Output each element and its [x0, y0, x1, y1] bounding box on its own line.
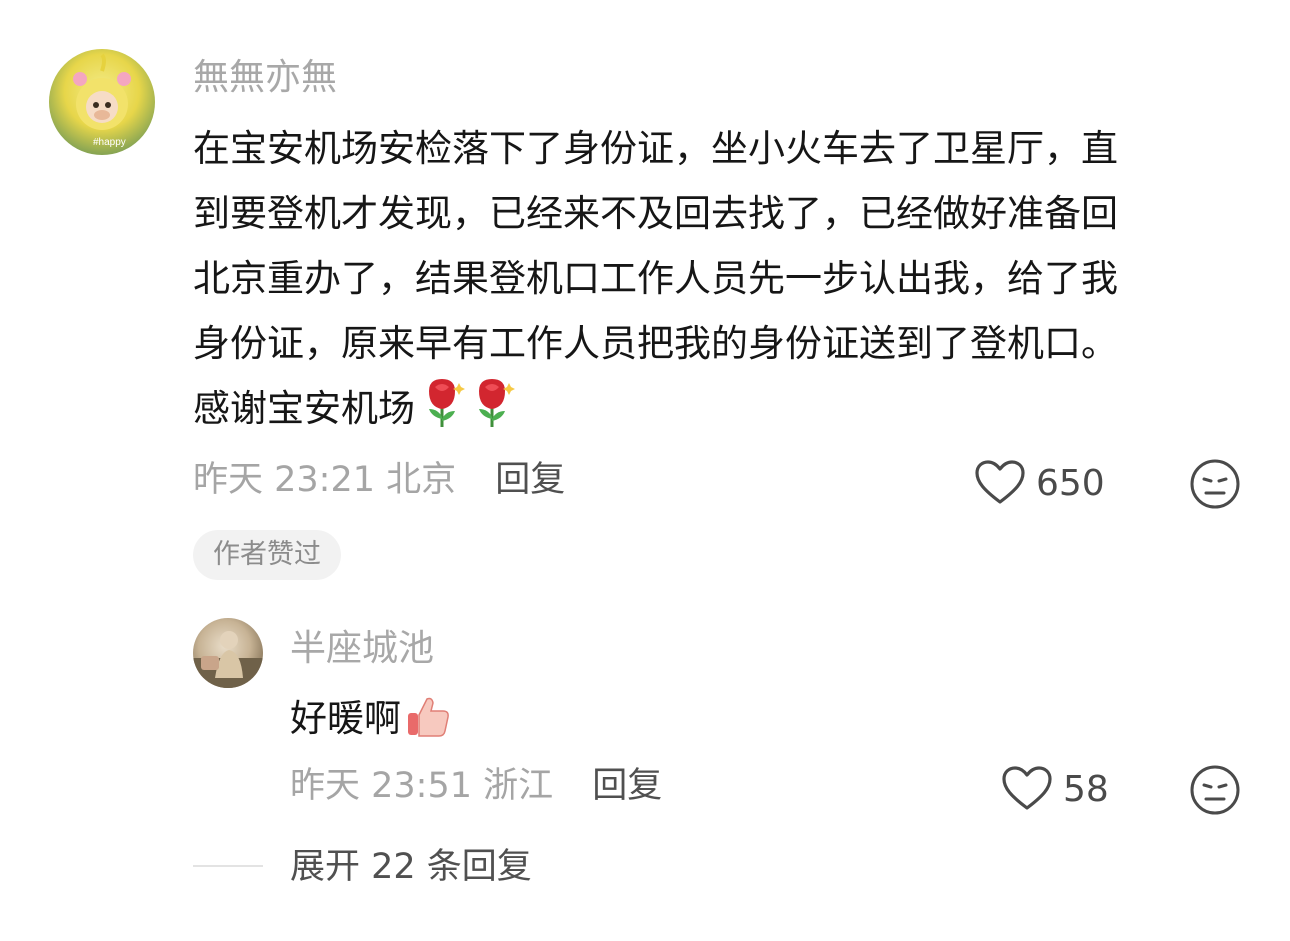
reply-reply-button[interactable]: 回复: [592, 766, 662, 806]
thumbs-up-icon: [405, 694, 451, 759]
comment-text-line: 在宝安机场安检落下了身份证，坐小火车去了卫星厅，直: [193, 127, 1118, 170]
comment-time: 昨天 23:21: [193, 460, 375, 500]
teletubby-avatar-icon: #happy: [73, 53, 131, 148]
reply-button[interactable]: 回复: [495, 460, 565, 500]
comment-text-line-last: 感谢宝安机场: [193, 376, 1253, 449]
reply-user-avatar[interactable]: [193, 618, 263, 688]
like-count: 650: [1036, 462, 1105, 504]
author-liked-badge: 作者赞过: [193, 530, 341, 580]
comment-username[interactable]: 無無亦無: [193, 56, 337, 100]
reply-text: 好暖啊: [290, 686, 990, 759]
comment-meta: 昨天 23:21 北京 回复: [193, 458, 565, 502]
photo-avatar-icon: [193, 631, 263, 688]
rose-icon: [419, 377, 465, 449]
comment-thread: #happy 無無亦無 在宝安机场安检落下了身份证，坐小火车去了卫星厅，直 到要…: [0, 0, 1290, 941]
comment-text-line: 感谢宝安机场: [193, 387, 415, 430]
expand-replies-button[interactable]: 展开 22 条回复: [290, 845, 532, 889]
svg-text:#happy: #happy: [93, 137, 126, 148]
reply-text-content: 好暖啊: [290, 697, 401, 740]
comment-text-line: 身份证，原来早有工作人员把我的身份证送到了登机口。: [193, 322, 1118, 365]
meh-face-icon: [1190, 459, 1240, 509]
reply-location: 浙江: [483, 766, 554, 806]
dislike-button[interactable]: [1189, 458, 1241, 514]
reply-meta: 昨天 23:51 浙江 回复: [290, 764, 662, 808]
heart-icon: [975, 460, 1025, 504]
comment-text: 在宝安机场安检落下了身份证，坐小火车去了卫星厅，直 到要登机才发现，已经来不及回…: [193, 116, 1253, 449]
reply-like-button[interactable]: 58: [1001, 764, 1109, 814]
reply-dislike-button[interactable]: [1189, 764, 1241, 820]
rose-icon: [469, 377, 515, 449]
reply-username[interactable]: 半座城池: [290, 627, 434, 671]
user-avatar[interactable]: #happy: [49, 49, 155, 155]
reply-like-count: 58: [1063, 768, 1109, 810]
comment-location: 北京: [386, 460, 457, 500]
meh-face-icon: [1190, 765, 1240, 815]
comment-text-line: 北京重办了，结果登机口工作人员先一步认出我，给了我: [193, 257, 1118, 300]
reply-time: 昨天 23:51: [290, 766, 472, 806]
comment-text-line: 到要登机才发现，已经来不及回去找了，已经做好准备回: [193, 192, 1118, 235]
like-button[interactable]: 650: [974, 458, 1105, 508]
heart-icon: [1002, 766, 1052, 810]
expand-divider: [193, 865, 263, 867]
